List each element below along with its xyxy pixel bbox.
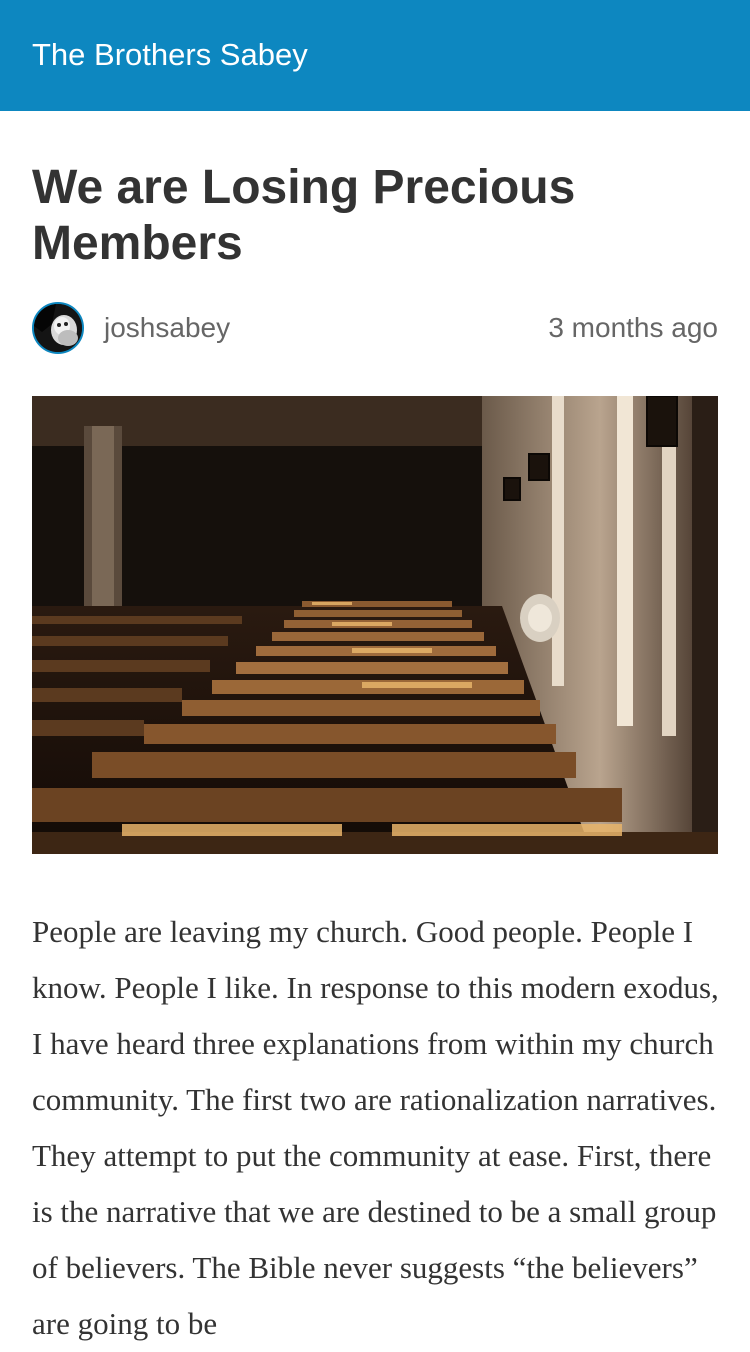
site-header: The Brothers Sabey — [0, 0, 750, 111]
church-pews-image — [32, 396, 718, 854]
site-title-link[interactable]: The Brothers Sabey — [32, 36, 308, 74]
author-link[interactable]: joshsabey — [104, 313, 230, 343]
post-body: People are leaving my church. Good peopl… — [32, 914, 719, 1341]
avatar-photo-icon — [34, 304, 82, 352]
hero-image — [32, 396, 718, 854]
author-avatar[interactable] — [32, 302, 84, 354]
post-timestamp: 3 months ago — [548, 312, 718, 343]
post-title: We are Losing Precious Members — [32, 161, 576, 270]
post-meta: joshsabey 3 months ago — [32, 302, 718, 354]
